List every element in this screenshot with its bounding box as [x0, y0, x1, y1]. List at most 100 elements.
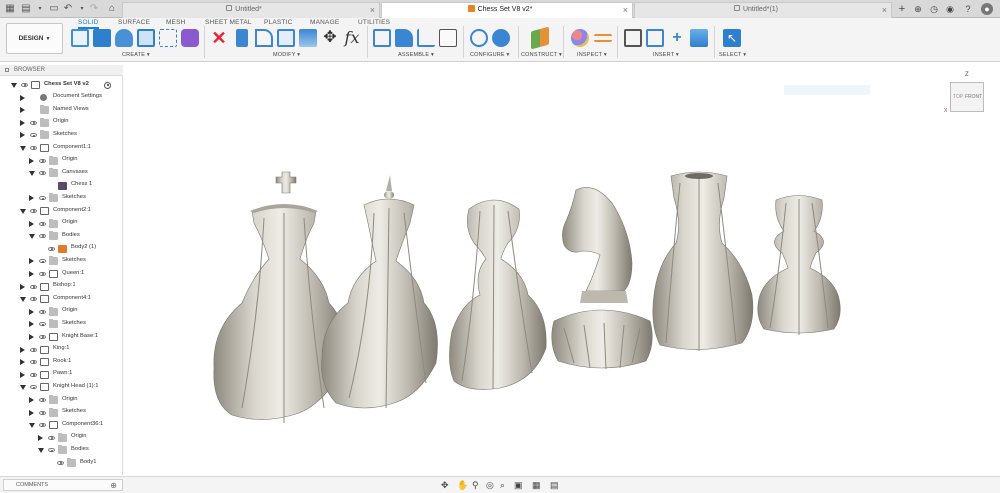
visibility-eye-icon[interactable] [48, 448, 55, 453]
canvas-viewport[interactable] [124, 63, 1000, 475]
visibility-eye-icon[interactable] [30, 297, 37, 302]
grid-menu-icon[interactable]: ▦ [4, 3, 16, 15]
extrude-icon[interactable] [93, 29, 111, 47]
pawn-piece[interactable] [757, 195, 841, 336]
viewports-icon[interactable]: ▤ [550, 479, 559, 491]
job-status-icon[interactable]: ◷ [928, 3, 940, 15]
expand-down-icon[interactable] [20, 297, 26, 303]
tree-row[interactable]: Sketches [0, 192, 123, 204]
create-form-icon[interactable] [181, 29, 199, 47]
tree-row[interactable]: Bodies [0, 230, 123, 242]
file-menu-chevron-icon[interactable]: ▾ [34, 3, 46, 15]
tree-row[interactable]: Origin [0, 218, 123, 230]
tree-row[interactable]: Bishop:1 [0, 281, 123, 293]
tab-untitled-1[interactable]: Untitled*(1) × [634, 2, 892, 18]
expand-right-icon[interactable] [20, 283, 25, 290]
tab-utilities[interactable]: UTILITIES [358, 19, 390, 26]
viewcube[interactable]: Z FRONT TOP X [940, 70, 990, 120]
tree-row[interactable]: Origin [0, 394, 123, 406]
help-icon[interactable]: ? [962, 3, 974, 15]
tree-row[interactable]: Canvases [0, 167, 123, 179]
expand-down-icon[interactable] [29, 234, 35, 240]
redo-icon[interactable]: ↷ [88, 3, 100, 15]
tree-row[interactable]: Origin [0, 155, 123, 167]
expand-right-icon[interactable] [20, 94, 25, 101]
visibility-eye-icon[interactable] [30, 284, 37, 289]
expand-right-icon[interactable] [20, 119, 25, 126]
press-pull-icon[interactable] [236, 29, 248, 47]
expand-down-icon[interactable] [29, 423, 35, 429]
tree-row[interactable]: Pawn:1 [0, 369, 123, 381]
expand-down-icon[interactable] [29, 171, 35, 177]
display-settings-icon[interactable] [571, 29, 589, 47]
tree-row[interactable]: Queen:1 [0, 268, 123, 280]
tree-row[interactable]: Body2 (1) [0, 243, 123, 255]
expand-down-icon[interactable] [38, 448, 44, 454]
combine-icon[interactable] [299, 29, 317, 47]
insert-mesh-icon[interactable] [646, 29, 664, 47]
new-tab-icon[interactable]: + [896, 3, 908, 15]
visibility-eye-icon[interactable] [30, 372, 37, 377]
visibility-eye-icon[interactable] [39, 234, 46, 239]
undo-icon[interactable]: ↶ [62, 3, 74, 15]
select-icon[interactable]: ↖ [723, 29, 741, 47]
fit-icon[interactable]: ◎ [486, 479, 494, 491]
visibility-eye-icon[interactable] [39, 423, 46, 428]
tab-solid[interactable]: SOLID [78, 19, 99, 29]
queen-piece[interactable] [321, 175, 438, 409]
assemble-group-label[interactable]: ASSEMBLE ▾ [398, 52, 434, 58]
tree-row[interactable]: Sketches [0, 407, 123, 419]
inspect-group-label[interactable]: INSPECT ▾ [577, 52, 607, 58]
activate-radio-icon[interactable] [104, 81, 111, 89]
visibility-eye-icon[interactable] [57, 461, 64, 465]
visibility-eye-icon[interactable] [48, 246, 55, 251]
bishop-piece[interactable] [449, 199, 547, 390]
expand-right-icon[interactable] [29, 321, 34, 328]
tree-row[interactable]: Body1 [0, 457, 123, 469]
home-icon[interactable]: ⌂ [106, 3, 118, 15]
tree-row[interactable]: Sketches [0, 318, 123, 330]
visibility-eye-icon[interactable] [39, 171, 46, 176]
expand-right-icon[interactable] [20, 107, 25, 114]
visibility-eye-icon[interactable] [39, 410, 46, 415]
insert-derive-icon[interactable] [624, 29, 642, 47]
visibility-eye-icon[interactable] [30, 360, 37, 365]
expand-down-icon[interactable] [11, 83, 17, 88]
tree-row[interactable]: Named Views [0, 104, 123, 116]
insert-group-label[interactable]: INSERT ▾ [653, 52, 679, 58]
delete-icon[interactable]: ✕ [210, 29, 228, 47]
tree-row[interactable]: Component1:1 [0, 142, 123, 154]
tree-row[interactable]: Origin [0, 306, 123, 318]
display-mode-icon[interactable]: ▣ [514, 479, 523, 491]
select-group-label[interactable]: SELECT ▾ [719, 52, 746, 58]
visibility-eye-icon[interactable] [30, 385, 37, 390]
tree-row[interactable]: Component36:1 [0, 419, 123, 431]
joint-origin-icon[interactable] [439, 29, 457, 47]
joint-icon[interactable] [395, 29, 413, 47]
add-comment-icon[interactable]: ⊕ [110, 480, 117, 491]
expand-right-icon[interactable] [29, 258, 34, 265]
comments-panel[interactable]: COMMENTS ⊕ [3, 479, 123, 491]
expand-right-icon[interactable] [29, 397, 34, 403]
zoom-window-icon[interactable]: ⌕ [500, 479, 505, 491]
expand-right-icon[interactable] [20, 346, 25, 353]
tab-mesh[interactable]: MESH [166, 19, 186, 26]
tab-sheet-metal[interactable]: SHEET METAL [205, 19, 252, 26]
expand-right-icon[interactable] [29, 220, 34, 227]
insert-canvas-icon[interactable] [690, 29, 708, 47]
create-group-label[interactable]: CREATE ▾ [122, 52, 150, 58]
expand-right-icon[interactable] [38, 434, 43, 441]
tab-chess-set[interactable]: Chess Set V8 v2* × [381, 2, 633, 18]
insert-svg-icon[interactable]: + [668, 29, 686, 47]
orbit-icon[interactable]: ✥ [441, 479, 449, 491]
close-icon[interactable]: × [370, 3, 375, 17]
tree-row[interactable]: Knight Base:1 [0, 331, 123, 343]
hole-icon[interactable] [137, 29, 155, 47]
fillet-icon[interactable] [255, 29, 273, 47]
move-icon[interactable]: ✥ [321, 29, 339, 47]
tree-row[interactable]: Knight Head (1):1 [0, 381, 123, 393]
configure-icon[interactable] [470, 29, 488, 47]
visibility-eye-icon[interactable] [39, 158, 46, 163]
configuration-table-icon[interactable] [492, 29, 510, 47]
zoom-icon[interactable]: ⚲ [472, 479, 479, 491]
